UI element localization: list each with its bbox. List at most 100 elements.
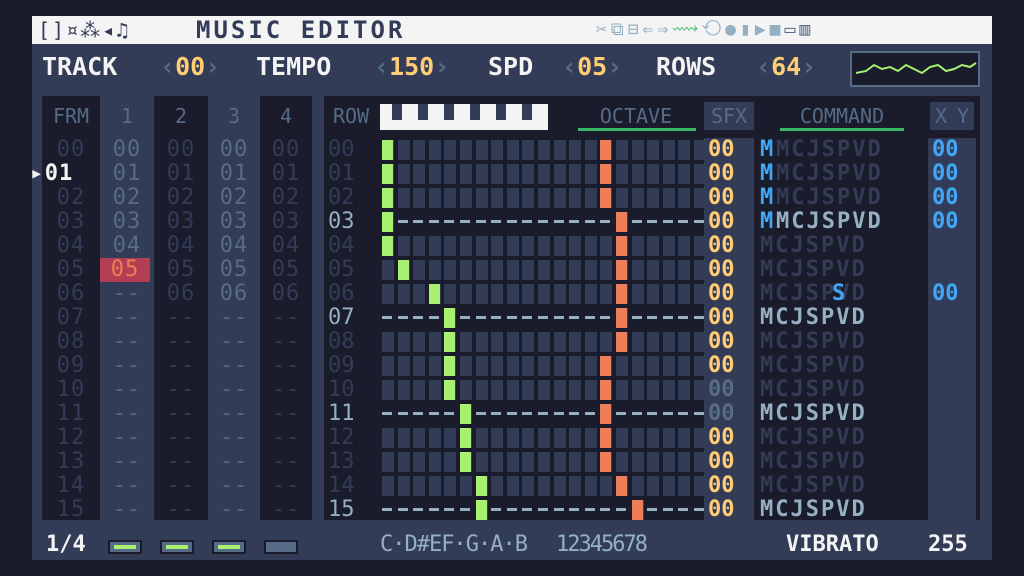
frame-cell[interactable]: -- [260,426,312,450]
octave-marker[interactable] [616,284,627,304]
note-grid-cell[interactable] [475,236,488,256]
frame-cell[interactable]: -- [208,330,260,354]
xy-cell[interactable]: 00 [932,450,959,474]
note-grid-cell[interactable] [694,260,706,280]
pattern-row-number[interactable]: 05 [328,258,355,282]
frame-cell[interactable]: -- [154,450,208,474]
note-grid-cell[interactable] [428,260,441,280]
note-grid-cell[interactable] [460,380,472,400]
command-cell[interactable]: MCJSPVD [760,450,867,474]
command-cell[interactable]: MCJSPVD [776,186,883,210]
command-cell[interactable]: MCJSPVD [760,498,867,522]
note-grid-cell[interactable] [491,380,504,400]
note-grid-cell[interactable] [522,356,535,376]
note-grid-cell[interactable] [382,380,394,400]
note-grid-cell[interactable] [569,164,582,184]
note-marker[interactable] [428,284,440,304]
note-grid-cell[interactable] [647,164,660,184]
frame-cell[interactable]: 13 [42,450,100,474]
note-grid-cell[interactable] [413,332,426,352]
sfx-cell[interactable]: 00 [708,282,735,306]
pattern-row-number[interactable]: 06 [328,282,355,306]
note-grid-cell[interactable] [397,356,410,376]
frame-cell[interactable]: -- [208,402,260,426]
note-grid-cell[interactable] [413,236,426,256]
note-grid-cell[interactable] [569,284,582,304]
xy-cell[interactable]: 00 [932,138,959,162]
frame-cell[interactable]: 00 [208,138,260,162]
note-grid-cell[interactable] [616,380,628,400]
octave-marker[interactable] [631,500,643,520]
note-grid-cell[interactable] [584,452,597,472]
sfx-cell[interactable]: 00 [708,234,735,258]
note-grid-cell[interactable] [444,260,457,280]
note-grid-cell[interactable] [678,428,691,448]
note-grid-cell[interactable] [647,380,660,400]
note-grid-cell[interactable] [631,164,644,184]
frame-cell[interactable]: -- [154,402,208,426]
frame-cell[interactable]: -- [100,498,154,522]
frame-cell[interactable]: 00 [260,138,312,162]
note-marker[interactable] [444,332,456,352]
frame-cell[interactable]: -- [260,378,312,402]
frame-cell[interactable]: 01 [100,162,154,186]
note-grid-cell[interactable] [444,284,457,304]
note-grid-cell[interactable] [553,284,566,304]
frame-cell[interactable]: 06 [154,282,208,306]
pattern-row-number[interactable]: 13 [328,450,355,474]
frame-cell[interactable]: -- [208,426,260,450]
note-grid-cell[interactable] [413,476,426,496]
note-grid-cell[interactable] [678,452,691,472]
speed-value[interactable]: ‹05› [562,52,622,82]
frame-cell[interactable]: -- [260,402,312,426]
frame-cell[interactable]: -- [154,330,208,354]
note-grid-cell[interactable] [694,140,706,160]
octave-marker[interactable] [616,236,627,256]
octave-marker[interactable] [600,188,612,208]
note-grid-cell[interactable] [538,284,550,304]
sfx-cell[interactable]: 00 [708,450,735,474]
channel-4-toggle[interactable] [264,540,298,554]
frame-cell[interactable]: 05 [154,258,208,282]
frame-cell[interactable]: 12 [42,426,100,450]
frame-cell[interactable]: -- [100,450,154,474]
note-grid-cell[interactable] [694,380,706,400]
note-marker[interactable] [382,236,393,256]
note-grid-cell[interactable] [506,188,519,208]
note-grid-cell[interactable] [538,476,550,496]
sfx-cell[interactable]: 00 [708,162,735,186]
xy-cell[interactable]: 00 [932,354,959,378]
frame-cell[interactable]: 02 [260,186,312,210]
note-grid-cell[interactable] [491,284,504,304]
note-grid-cell[interactable] [506,284,519,304]
command-cell[interactable]: MCJSPVD [760,282,867,306]
note-grid-cell[interactable] [460,140,472,160]
note-grid-cell[interactable] [600,332,613,352]
frame-cell[interactable]: 03 [208,210,260,234]
note-grid-cell[interactable] [616,140,628,160]
note-grid-cell[interactable] [569,452,582,472]
octave-marker[interactable] [600,356,612,376]
frame-cell[interactable]: -- [208,450,260,474]
note-grid-cell[interactable] [413,356,426,376]
frame-cell[interactable]: -- [154,426,208,450]
note-grid-cell[interactable] [662,284,675,304]
note-grid-cell[interactable] [694,428,706,448]
note-grid-cell[interactable] [397,284,410,304]
xy-cell[interactable]: 00 [932,498,959,522]
note-grid-cell[interactable] [522,164,535,184]
note-grid-cell[interactable] [522,260,535,280]
note-grid-cell[interactable] [506,236,519,256]
frame-cell[interactable]: -- [100,354,154,378]
note-grid-cell[interactable] [491,260,504,280]
frame-cell[interactable]: -- [260,306,312,330]
frame-cell[interactable]: -- [100,426,154,450]
channel-header[interactable]: 4 [260,102,312,130]
sfx-cell[interactable]: 00 [708,474,735,498]
note-grid-cell[interactable] [553,140,566,160]
note-grid-cell[interactable] [397,164,410,184]
note-grid-cell[interactable] [647,452,660,472]
frame-cell[interactable]: -- [154,474,208,498]
sfx-cell[interactable]: 00 [708,354,735,378]
command-m[interactable]: M [760,138,773,162]
